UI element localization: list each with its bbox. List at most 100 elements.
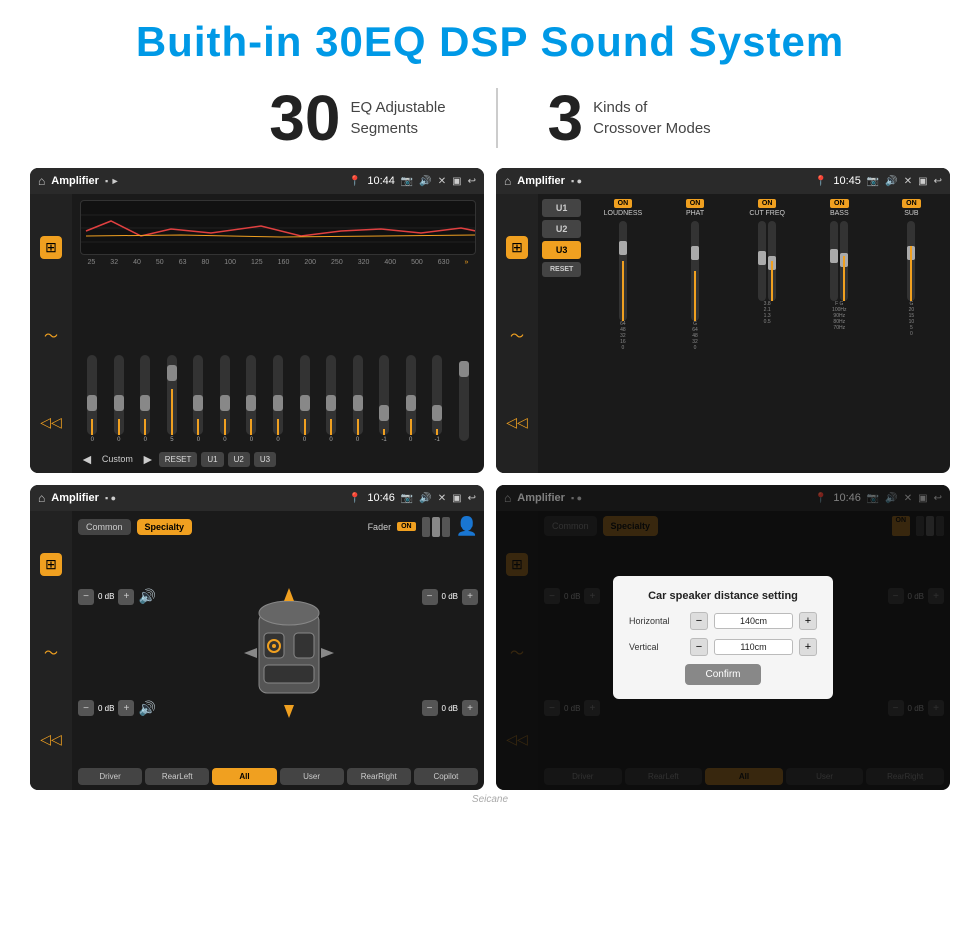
eq-slider-50[interactable] [167, 355, 177, 435]
left-front-plus[interactable]: + [118, 589, 134, 605]
camera-icon3: 📷 [401, 493, 413, 504]
confirm-button[interactable]: Confirm [685, 664, 760, 685]
bass-f-slider[interactable] [830, 221, 838, 301]
eq-icon[interactable]: ⊞ [40, 236, 62, 259]
u3-preset-button[interactable]: U3 [542, 241, 581, 259]
window-icon3[interactable]: ▣ [452, 493, 461, 504]
eq-slider-200[interactable] [326, 355, 336, 435]
dialog-overlay: Car speaker distance setting Horizontal … [496, 485, 950, 790]
horizontal-plus-button[interactable]: + [799, 612, 817, 630]
loudness-channel: ON LOUDNESS 644832160 [588, 199, 657, 468]
prev-icon[interactable]: ◄ [80, 451, 94, 467]
wave-icon2[interactable]: 〜 [510, 326, 524, 346]
eq-slider-250[interactable] [353, 355, 363, 435]
all-button[interactable]: All [212, 768, 276, 785]
horizontal-minus-button[interactable]: − [690, 612, 708, 630]
eq-slider-col-500: -1 [425, 355, 450, 443]
reset-button[interactable]: RESET [159, 452, 198, 467]
eq-slider-400[interactable] [406, 355, 416, 435]
home-icon[interactable]: ⌂ [504, 174, 511, 188]
eq-slider-160[interactable] [300, 355, 310, 435]
cutfreq-slider2[interactable] [768, 221, 776, 301]
pin-icon2: 📍 [815, 176, 827, 187]
rear-left-button[interactable]: RearLeft [145, 768, 209, 785]
bass-g-slider[interactable] [840, 221, 848, 301]
user-button[interactable]: User [280, 768, 344, 785]
common-tab[interactable]: Common [78, 519, 131, 535]
eq-slider-80[interactable] [220, 355, 230, 435]
loudness-on: ON [614, 199, 633, 208]
eq-val-250: 0 [356, 437, 359, 443]
eq-slider-125[interactable] [273, 355, 283, 435]
left-front-minus[interactable]: − [78, 589, 94, 605]
left-speakers: − 0 dB + 🔊 − 0 dB + 🔊 [78, 541, 156, 764]
u2-button[interactable]: U2 [228, 452, 250, 467]
right-rear-plus[interactable]: + [462, 700, 478, 716]
eq-val-32: 0 [117, 437, 120, 443]
u1-preset-button[interactable]: U1 [542, 199, 581, 217]
speaker-icon2[interactable]: ◁◁ [506, 414, 528, 431]
reset-preset-button[interactable]: RESET [542, 262, 581, 277]
sub-slider[interactable] [907, 221, 915, 301]
back-icon2[interactable]: ↩ [934, 176, 942, 187]
u2-preset-button[interactable]: U2 [542, 220, 581, 238]
eq-slider-25[interactable] [87, 355, 97, 435]
left-front-row: − 0 dB + 🔊 [78, 588, 156, 605]
driver-button[interactable]: Driver [78, 768, 142, 785]
eq-slider-320[interactable] [379, 355, 389, 435]
speaker-icon3[interactable]: ◁◁ [40, 731, 62, 748]
eq-time: 10:44 [367, 175, 395, 187]
vertical-minus-button[interactable]: − [690, 638, 708, 656]
close-icon2[interactable]: ✕ [904, 176, 912, 187]
loudness-slider[interactable] [619, 221, 627, 321]
window-icon[interactable]: ▣ [452, 176, 461, 187]
specialty-time: 10:46 [367, 492, 395, 504]
u1-button[interactable]: U1 [201, 452, 223, 467]
wave-icon[interactable]: 〜 [44, 326, 58, 346]
close-icon[interactable]: ✕ [438, 176, 446, 187]
page-header: Buith-in 30EQ DSP Sound System [0, 0, 980, 76]
left-rear-plus[interactable]: + [118, 700, 134, 716]
eq-icon2[interactable]: ⊞ [506, 236, 528, 259]
right-front-plus[interactable]: + [462, 589, 478, 605]
rear-right-button[interactable]: RearRight [347, 768, 411, 785]
dialog-screen: ⌂ Amplifier ▪ ● 📍 10:46 📷 🔊 ✕ ▣ ↩ ⊞ 〜 ◁◁… [496, 485, 950, 790]
copilot-button[interactable]: Copilot [414, 768, 478, 785]
next-icon[interactable]: ► [141, 451, 155, 467]
wave-icon3[interactable]: 〜 [44, 643, 58, 663]
eq-slider-32[interactable] [114, 355, 124, 435]
vertical-plus-button[interactable]: + [799, 638, 817, 656]
eq-slider-63[interactable] [193, 355, 203, 435]
phat-channel: ON PHAT G6448320 [660, 199, 729, 468]
phat-g-slider[interactable] [691, 221, 699, 321]
eq-topbar: ⌂ Amplifier ▪ ► 📍 10:44 📷 🔊 ✕ ▣ ↩ [30, 168, 484, 194]
eq-slider-col-40: 0 [133, 355, 158, 443]
stat-crossover: 3 Kinds ofCrossover Modes [498, 86, 761, 150]
specialty-tab[interactable]: Specialty [137, 519, 193, 535]
stat-crossover-number: 3 [548, 86, 584, 150]
right-rear-minus[interactable]: − [422, 700, 438, 716]
eq-slider-col-400: 0 [398, 355, 423, 443]
home-icon[interactable]: ⌂ [38, 174, 45, 188]
cutfreq-slider1[interactable] [758, 221, 766, 301]
eq-slider-100[interactable] [246, 355, 256, 435]
eq-slider-col-320: -1 [372, 355, 397, 443]
vertical-label: Vertical [629, 642, 684, 652]
eq-slider-40[interactable] [140, 355, 150, 435]
eq-val-63: 0 [197, 437, 200, 443]
home-icon3[interactable]: ⌂ [38, 491, 45, 505]
speaker-icon[interactable]: ◁◁ [40, 414, 62, 431]
sub-sliders [907, 221, 915, 301]
eq-slider-500[interactable] [432, 355, 442, 435]
right-front-minus[interactable]: − [422, 589, 438, 605]
back-icon3[interactable]: ↩ [468, 493, 476, 504]
u3-button[interactable]: U3 [254, 452, 276, 467]
left-front-icon: 🔊 [138, 588, 155, 605]
eq-icon3[interactable]: ⊞ [40, 553, 62, 576]
left-rear-minus[interactable]: − [78, 700, 94, 716]
close-icon3[interactable]: ✕ [438, 493, 446, 504]
eq-slider-630[interactable] [459, 361, 469, 441]
window-icon2[interactable]: ▣ [918, 176, 927, 187]
eq-val-80: 0 [223, 437, 226, 443]
back-icon[interactable]: ↩ [468, 176, 476, 187]
